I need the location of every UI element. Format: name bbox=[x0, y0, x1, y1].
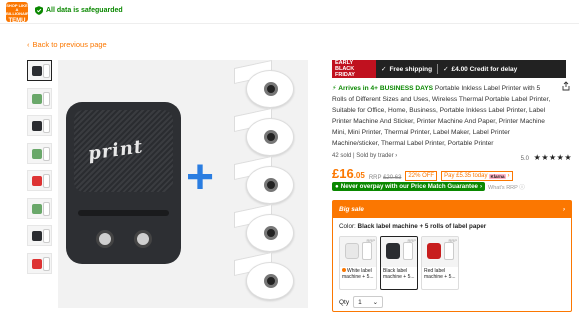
sold-info-row: 42 sold | Sold by trader › 5.0 ★★★★★ bbox=[332, 153, 572, 162]
check-icon: ✓ bbox=[443, 66, 449, 73]
whats-rrp-link[interactable]: What's RRP ⓘ bbox=[488, 183, 525, 191]
thumbnail-1[interactable] bbox=[27, 60, 52, 81]
free-shipping-item: ✓ Free shipping bbox=[381, 65, 433, 74]
price-row: £16.05 RRP £20.63 22% OFF Pay £5.35 toda… bbox=[332, 167, 513, 182]
shield-check-icon bbox=[35, 6, 43, 15]
quantity-row: Qty 1 ⌄ bbox=[339, 296, 384, 308]
arrival-estimate: ⚡ Arrives in 4+ BUSINESS DAYS bbox=[332, 85, 434, 92]
klarna-logo: Klarna bbox=[489, 173, 506, 179]
hot-dot-icon bbox=[342, 268, 346, 272]
product-title-text: Portable Inkless Label Printer with 5 Ro… bbox=[332, 85, 551, 147]
plus-icon: + bbox=[186, 151, 215, 204]
chevron-right-icon: › bbox=[507, 173, 510, 179]
top-header: SHOP LIKE A BILLIONAIRE TEMU All data is… bbox=[0, 0, 579, 24]
check-icon: ✓ bbox=[381, 66, 387, 73]
star-rating: ★★★★★ bbox=[533, 153, 572, 162]
chevron-right-icon: › bbox=[562, 206, 565, 213]
delay-credit-item: ✓ £4.00 Credit for delay bbox=[443, 65, 518, 74]
early-black-friday-badge: EARLY BLACK FRIDAY bbox=[332, 60, 376, 78]
pay-later-badge[interactable]: Pay £5.35 today Klarna › bbox=[441, 171, 513, 181]
label-printer-illustration: print bbox=[66, 102, 181, 264]
main-product-image[interactable]: print + bbox=[58, 59, 308, 308]
label-roll-5 bbox=[234, 251, 294, 302]
thumbnail-strip bbox=[27, 60, 52, 280]
back-label: Back to previous page bbox=[32, 40, 107, 49]
safeguard-text: All data is safeguarded bbox=[46, 7, 123, 14]
qty-label: Qty bbox=[339, 298, 350, 306]
big-sale-header[interactable]: Big sale › bbox=[333, 201, 571, 218]
rating-block[interactable]: 5.0 ★★★★★ bbox=[521, 153, 572, 162]
temu-logo[interactable]: SHOP LIKE A BILLIONAIRE TEMU bbox=[6, 2, 32, 24]
thumbnail-4[interactable] bbox=[27, 142, 52, 164]
check-circle-icon: ● bbox=[335, 183, 339, 190]
discount-badge: 22% OFF bbox=[405, 171, 438, 181]
rating-value: 5.0 bbox=[520, 156, 529, 162]
promo-banner: EARLY BLACK FRIDAY ✓ Free shipping ✓ £4.… bbox=[332, 60, 566, 78]
thumbnail-6[interactable] bbox=[27, 197, 52, 219]
chevron-down-icon: ⌄ bbox=[372, 299, 379, 306]
thumbnail-2[interactable] bbox=[27, 87, 52, 109]
chevron-right-icon: › bbox=[479, 183, 483, 190]
label-roll-3 bbox=[234, 155, 294, 206]
thumbnail-8[interactable] bbox=[27, 252, 52, 274]
color-label: Color: Black label machine + 5 rolls of … bbox=[339, 223, 487, 230]
back-to-previous-link[interactable]: ‹ Back to previous page bbox=[27, 40, 107, 49]
big-sale-title: Big sale bbox=[339, 206, 364, 213]
share-icon[interactable] bbox=[561, 81, 571, 91]
price-match-badge[interactable]: ● Never overpay with our Price Match Gua… bbox=[332, 182, 486, 191]
logo-tagline: SHOP LIKE A BILLIONAIRE bbox=[6, 3, 32, 16]
label-roll-1 bbox=[234, 59, 294, 110]
chevron-left-icon: ‹ bbox=[27, 40, 30, 49]
current-price: £16.05 bbox=[332, 166, 365, 181]
color-option-red[interactable]: RRP Red label machine + 5... bbox=[421, 236, 459, 290]
big-sale-panel: Big sale › Color: Black label machine + … bbox=[332, 200, 572, 312]
label-roll-4 bbox=[234, 203, 294, 254]
color-option-black[interactable]: RRP Black label machine + 5... bbox=[380, 236, 418, 290]
color-option-white[interactable]: RRP White label machine + 5... bbox=[339, 236, 377, 290]
product-title: ⚡ Arrives in 4+ BUSINESS DAYS Portable I… bbox=[332, 83, 554, 149]
data-safeguard-notice: All data is safeguarded bbox=[35, 6, 123, 15]
logo-wordmark: TEMU bbox=[8, 18, 26, 24]
rrp-price: RRP £20.63 bbox=[368, 175, 402, 181]
sold-count: 42 sold bbox=[332, 153, 352, 159]
price-match-row: ● Never overpay with our Price Match Gua… bbox=[332, 182, 525, 191]
color-options: RRP White label machine + 5... RRP Black… bbox=[339, 236, 459, 290]
sold-by-link[interactable]: Sold by trader bbox=[356, 153, 393, 159]
label-roll-2 bbox=[234, 107, 294, 158]
thumbnail-7[interactable] bbox=[27, 225, 52, 246]
chevron-right-icon: › bbox=[395, 153, 398, 159]
quantity-select[interactable]: 1 ⌄ bbox=[353, 296, 384, 308]
thumbnail-3[interactable] bbox=[27, 115, 52, 136]
thumbnail-5[interactable] bbox=[27, 170, 52, 191]
